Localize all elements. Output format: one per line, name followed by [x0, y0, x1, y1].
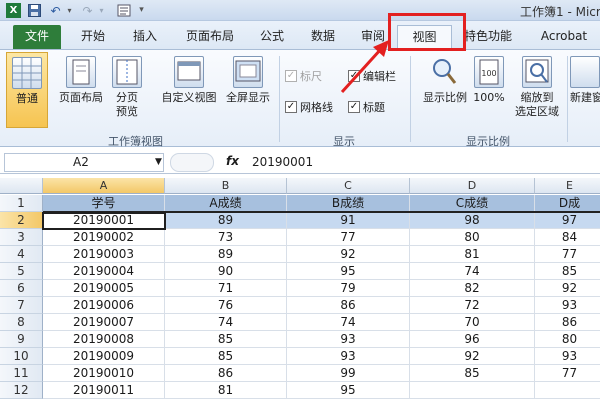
table-cell[interactable]: 98: [410, 212, 535, 229]
table-cell[interactable]: 20190004: [43, 263, 165, 280]
table-cell[interactable]: 20190002: [43, 229, 165, 246]
table-cell[interactable]: 85: [410, 365, 535, 382]
table-cell[interactable]: 20190003: [43, 246, 165, 263]
table-cell[interactable]: 70: [410, 314, 535, 331]
row-header[interactable]: 8: [0, 314, 43, 331]
table-cell[interactable]: 90: [165, 263, 287, 280]
chevron-down-icon[interactable]: ▼: [155, 154, 162, 171]
row-header[interactable]: 5: [0, 263, 43, 280]
table-cell[interactable]: 86: [535, 314, 600, 331]
table-cell[interactable]: 86: [165, 365, 287, 382]
table-cell[interactable]: 20190009: [43, 348, 165, 365]
table-cell[interactable]: 20190006: [43, 297, 165, 314]
table-cell[interactable]: 20190005: [43, 280, 165, 297]
column-title-cell[interactable]: C成绩: [410, 195, 535, 212]
table-cell[interactable]: 99: [287, 365, 410, 382]
column-title-cell[interactable]: B成绩: [287, 195, 410, 212]
table-cell[interactable]: 74: [410, 263, 535, 280]
formula-bar: A2 ▼ fx 20190001: [0, 151, 600, 174]
table-cell[interactable]: 95: [287, 382, 410, 399]
table-cell[interactable]: 95: [287, 263, 410, 280]
table-cell[interactable]: 20190007: [43, 314, 165, 331]
table-cell[interactable]: 89: [165, 246, 287, 263]
table-cell[interactable]: 77: [535, 246, 600, 263]
table-cell[interactable]: 20190010: [43, 365, 165, 382]
table-cell[interactable]: [410, 382, 535, 399]
table-cell[interactable]: 80: [535, 331, 600, 348]
table-cell[interactable]: 85: [165, 348, 287, 365]
table-cell[interactable]: 91: [287, 212, 410, 229]
row-header[interactable]: 10: [0, 348, 43, 365]
column-header-a[interactable]: A: [43, 178, 165, 194]
row-header[interactable]: 2: [0, 212, 43, 229]
table-cell[interactable]: 93: [535, 348, 600, 365]
worksheet-grid: A B C D E 1 学号 A成绩 B成绩 C成绩 D成 2 20190001 89 91 98 97 3 201…: [0, 178, 600, 400]
formula-input[interactable]: 20190001: [252, 155, 313, 169]
row-header[interactable]: 1: [0, 195, 43, 212]
table-cell[interactable]: 81: [165, 382, 287, 399]
table-cell[interactable]: 97: [535, 212, 600, 229]
column-header-c[interactable]: C: [287, 178, 410, 194]
table-cell[interactable]: 85: [165, 331, 287, 348]
row-header[interactable]: 7: [0, 297, 43, 314]
table-cell[interactable]: 89: [165, 212, 287, 229]
freeze-pane-line: [43, 211, 600, 213]
table-cell[interactable]: 92: [287, 246, 410, 263]
table-cell[interactable]: 80: [410, 229, 535, 246]
table-cell[interactable]: 20190001: [43, 212, 165, 229]
table-cell[interactable]: 93: [287, 348, 410, 365]
table-cell[interactable]: 74: [165, 314, 287, 331]
formula-bar-splitter[interactable]: [170, 153, 214, 172]
table-cell[interactable]: 71: [165, 280, 287, 297]
column-title-cell[interactable]: A成绩: [165, 195, 287, 212]
table-cell[interactable]: 77: [287, 229, 410, 246]
table-cell[interactable]: 79: [287, 280, 410, 297]
table-cell[interactable]: 73: [165, 229, 287, 246]
table-cell[interactable]: 96: [410, 331, 535, 348]
table-cell[interactable]: [535, 382, 600, 399]
table-cell[interactable]: 72: [410, 297, 535, 314]
column-title-cell[interactable]: 学号: [43, 195, 165, 212]
column-title-cell[interactable]: D成: [535, 195, 600, 212]
table-cell[interactable]: 92: [410, 348, 535, 365]
table-cell[interactable]: 76: [165, 297, 287, 314]
row-header[interactable]: 3: [0, 229, 43, 246]
row-header[interactable]: 11: [0, 365, 43, 382]
table-cell[interactable]: 84: [535, 229, 600, 246]
select-all-corner[interactable]: [0, 178, 43, 194]
column-header-e[interactable]: E: [535, 178, 600, 194]
table-cell[interactable]: 77: [535, 365, 600, 382]
function-icon[interactable]: fx: [226, 154, 239, 168]
table-cell[interactable]: 81: [410, 246, 535, 263]
column-header-d[interactable]: D: [410, 178, 535, 194]
column-header-b[interactable]: B: [165, 178, 287, 194]
table-cell[interactable]: 20190011: [43, 382, 165, 399]
table-cell[interactable]: 93: [287, 331, 410, 348]
table-cell[interactable]: 93: [535, 297, 600, 314]
table-cell[interactable]: 20190008: [43, 331, 165, 348]
table-cell[interactable]: 92: [535, 280, 600, 297]
row-header[interactable]: 6: [0, 280, 43, 297]
table-cell[interactable]: 74: [287, 314, 410, 331]
table-cell[interactable]: 82: [410, 280, 535, 297]
table-cell[interactable]: 85: [535, 263, 600, 280]
name-box[interactable]: A2 ▼: [4, 153, 164, 172]
row-header[interactable]: 4: [0, 246, 43, 263]
name-box-value: A2: [73, 155, 89, 169]
row-header[interactable]: 12: [0, 382, 43, 399]
row-header[interactable]: 9: [0, 331, 43, 348]
table-cell[interactable]: 86: [287, 297, 410, 314]
